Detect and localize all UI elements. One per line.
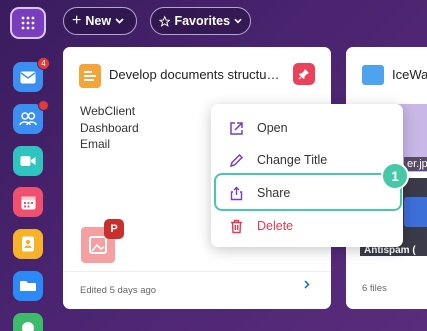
pencil-icon bbox=[227, 151, 245, 169]
sidebar: 4 bbox=[0, 0, 56, 331]
file-count: 6 files bbox=[362, 283, 387, 294]
video-app-button[interactable] bbox=[13, 146, 43, 176]
open-external-icon bbox=[227, 119, 245, 137]
folder-icon bbox=[20, 281, 36, 291]
drive-app-button[interactable] bbox=[13, 271, 43, 301]
card-title[interactable]: Develop documents structu… bbox=[109, 67, 289, 82]
notification-dot bbox=[38, 100, 49, 111]
plus-icon: + bbox=[72, 12, 82, 29]
address-book-icon bbox=[22, 236, 34, 252]
mail-unread-badge: 4 bbox=[37, 57, 50, 70]
file-type-badge: P bbox=[104, 219, 124, 239]
tag-item: WebClient bbox=[80, 104, 136, 118]
card-title[interactable]: IceWa bbox=[392, 67, 427, 82]
pin-icon bbox=[298, 69, 309, 80]
tutorial-step-badge: 1 bbox=[381, 162, 409, 190]
menu-item-open[interactable]: Open bbox=[227, 115, 397, 141]
menu-item-label: Open bbox=[257, 121, 288, 135]
folder-icon bbox=[362, 65, 384, 85]
menu-item-change-title[interactable]: Change Title bbox=[227, 147, 397, 173]
grid-icon bbox=[21, 16, 35, 30]
new-button[interactable]: + New bbox=[63, 7, 137, 35]
star-icon bbox=[159, 15, 171, 27]
check-circle-icon bbox=[22, 322, 34, 331]
card-tags: WebClient Dashboard Email bbox=[80, 103, 139, 153]
menu-item-label: Change Title bbox=[257, 153, 328, 167]
menu-item-delete[interactable]: Delete bbox=[227, 213, 397, 239]
share-highlight-outline bbox=[214, 173, 402, 211]
favorites-button[interactable]: Favorites bbox=[150, 7, 251, 35]
tasks-app-button[interactable] bbox=[13, 313, 43, 331]
calendar-icon bbox=[21, 196, 35, 209]
document-icon bbox=[404, 197, 427, 227]
people-icon bbox=[19, 112, 37, 126]
document-icon bbox=[79, 64, 101, 88]
apps-grid-button[interactable] bbox=[10, 7, 46, 39]
card-footer: Edited 5 days ago bbox=[63, 271, 331, 309]
new-button-label: New bbox=[85, 14, 112, 28]
mail-app-button[interactable]: 4 bbox=[13, 57, 50, 92]
favorites-button-label: Favorites bbox=[174, 14, 231, 28]
tag-item: Email bbox=[80, 137, 111, 151]
menu-item-label: Delete bbox=[257, 219, 294, 233]
video-camera-icon bbox=[20, 156, 36, 166]
mail-icon bbox=[20, 71, 36, 83]
chevron-right-icon[interactable] bbox=[304, 280, 310, 289]
trash-icon bbox=[227, 217, 245, 235]
pin-button[interactable] bbox=[293, 63, 315, 85]
chevron-down-icon bbox=[115, 18, 124, 24]
chevron-down-icon bbox=[234, 18, 242, 24]
address-book-app-button[interactable] bbox=[13, 229, 43, 259]
calendar-app-button[interactable] bbox=[13, 187, 43, 217]
tag-item: Dashboard bbox=[80, 120, 139, 135]
contacts-app-button[interactable] bbox=[13, 100, 49, 134]
edited-timestamp: Edited 5 days ago bbox=[80, 285, 157, 296]
